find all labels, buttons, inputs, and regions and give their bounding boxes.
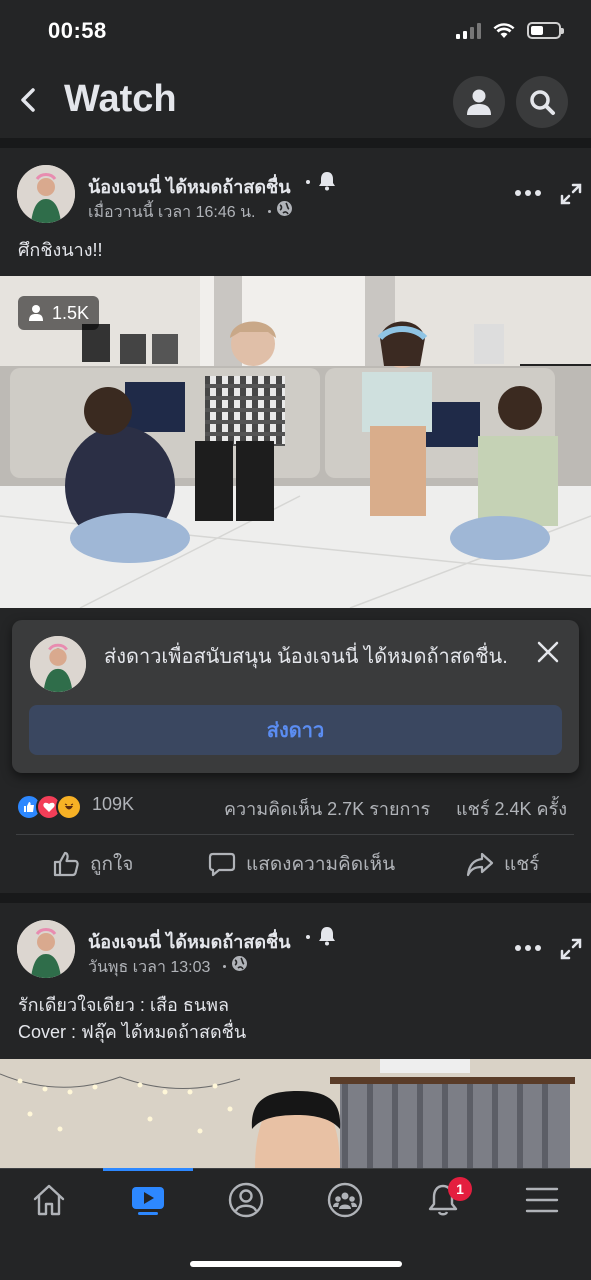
meta-dot-separator (223, 965, 226, 968)
post-timestamp[interactable]: วันพุธ เวลา 13:03 (88, 955, 210, 980)
back-arrow-icon[interactable] (14, 82, 42, 118)
person-icon (467, 89, 491, 115)
stars-prompt-avatar (30, 636, 86, 692)
stars-prompt-text: ส่งดาวเพื่อสนับสนุน น้องเจนนี่ ได้หมดถ้า… (104, 646, 508, 668)
reaction-count[interactable]: 109K (92, 794, 134, 815)
tab-menu[interactable] (517, 1179, 567, 1221)
viewer-person-icon (29, 305, 43, 321)
post-timestamp[interactable]: เมื่อวานนี้ เวลา 16:46 น. (88, 200, 255, 225)
share-button[interactable]: แชร์ (466, 840, 539, 888)
tab-home[interactable] (24, 1179, 74, 1221)
status-bar: 00:58 (0, 0, 591, 64)
wifi-icon (493, 22, 515, 38)
post-author[interactable]: น้องเจนนี่ ได้หมดถ้าสดชื่น (88, 927, 291, 956)
thumbs-up-icon (53, 851, 79, 877)
like-label: ถูกใจ (90, 854, 134, 875)
home-indicator (190, 1261, 402, 1267)
avatar[interactable] (17, 165, 75, 223)
share-label: แชร์ (504, 854, 540, 875)
like-button[interactable]: ถูกใจ (52, 840, 133, 888)
search-icon (530, 90, 555, 115)
hamburger-menu-icon (525, 1187, 559, 1213)
bell-icon[interactable] (318, 926, 336, 946)
post-author[interactable]: น้องเจนนี่ ได้หมดถ้าสดชื่น (88, 172, 291, 201)
close-icon[interactable] (536, 640, 560, 664)
follow-dot-separator (306, 180, 310, 184)
comment-count[interactable]: ความคิดเห็น 2.7K รายการ (224, 794, 430, 823)
home-icon (33, 1184, 65, 1216)
watch-header: Watch (0, 64, 591, 138)
actions-divider (16, 834, 574, 835)
reaction-icons[interactable] (16, 794, 82, 820)
globe-icon (232, 956, 247, 971)
active-tab-indicator (103, 1168, 193, 1171)
post-text-line-2: Cover : ฟลุ๊ค ได้หมดถ้าสดชื่น (18, 1022, 247, 1042)
live-viewers-badge: 1.5K (18, 296, 100, 330)
share-arrow-icon (466, 852, 494, 877)
notifications-badge: 1 (448, 1177, 472, 1201)
bell-icon[interactable] (318, 171, 336, 191)
profile-circle-icon (228, 1182, 264, 1218)
more-options-icon[interactable] (514, 188, 542, 198)
send-stars-prompt: ส่งดาวเพื่อสนับสนุน น้องเจนนี่ ได้หมดถ้า… (12, 620, 579, 773)
status-time: 00:58 (48, 18, 107, 43)
tab-watch[interactable] (123, 1179, 173, 1221)
tab-groups[interactable] (320, 1179, 370, 1221)
avatar[interactable] (17, 920, 75, 978)
groups-icon (327, 1182, 363, 1218)
watch-video-icon (132, 1187, 164, 1215)
share-count[interactable]: แชร์ 2.4K ครั้ง (456, 794, 567, 823)
expand-icon[interactable] (559, 937, 583, 961)
globe-icon (277, 201, 292, 216)
comment-label: แสดงความคิดเห็น (246, 854, 396, 875)
more-options-icon[interactable] (514, 943, 542, 953)
meta-dot-separator (268, 210, 271, 213)
comment-icon (208, 852, 236, 877)
video-player[interactable]: 1.5K (0, 276, 591, 608)
search-button[interactable] (516, 76, 568, 128)
haha-reaction-icon (56, 794, 82, 820)
page-title: Watch (64, 78, 177, 120)
post-text-line-1: รักเดียวใจเดียว : เสือ ธนพล (18, 995, 230, 1015)
video-player[interactable] (0, 1059, 591, 1168)
viewer-count: 1.5K (52, 302, 90, 323)
cellular-signal-icon (456, 22, 481, 39)
follow-dot-separator (306, 935, 310, 939)
tab-profile[interactable] (221, 1179, 271, 1221)
battery-icon (527, 22, 564, 39)
send-stars-button[interactable]: ส่งดาว (29, 705, 562, 755)
expand-icon[interactable] (559, 182, 583, 206)
post-text: ศึกชิงนาง!! (18, 240, 103, 260)
video-thumbnail (0, 1059, 591, 1168)
profile-button[interactable] (453, 76, 505, 128)
post-stats: 109K ความคิดเห็น 2.7K รายการ แชร์ 2.4K ค… (0, 790, 591, 834)
comment-button[interactable]: แสดงความคิดเห็น (208, 840, 395, 888)
